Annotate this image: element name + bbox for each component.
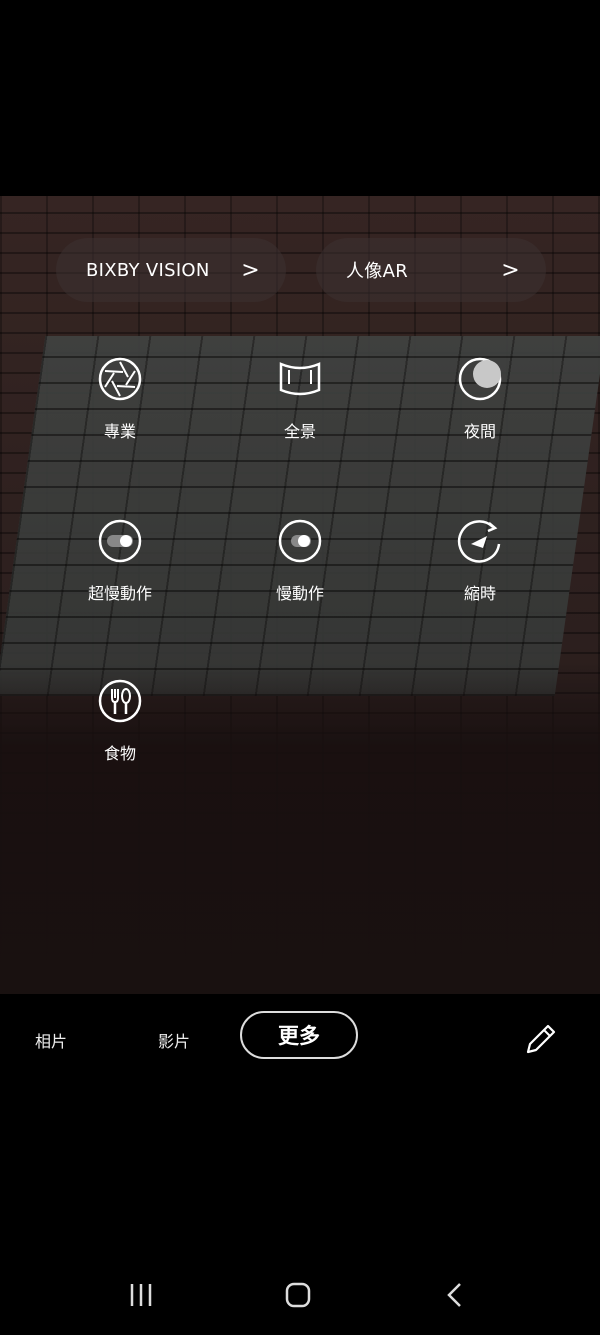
mode-pro[interactable]: 專業 bbox=[60, 356, 180, 442]
mode-label: 縮時 bbox=[463, 584, 496, 603]
portrait-ar-label: 人像AR bbox=[346, 261, 409, 282]
aperture-icon bbox=[97, 356, 143, 406]
bixby-vision-button[interactable]: BIXBY VISION > bbox=[56, 238, 286, 302]
mode-label: 全景 bbox=[283, 422, 316, 441]
back-icon[interactable] bbox=[444, 1282, 466, 1312]
tab-video[interactable]: 影片 bbox=[158, 1028, 190, 1052]
mode-label: 食物 bbox=[103, 744, 136, 763]
chevron-right-icon: > bbox=[241, 257, 260, 283]
hyperlapse-icon bbox=[457, 518, 503, 568]
food-icon bbox=[97, 678, 143, 728]
mode-food[interactable]: 食物 bbox=[60, 678, 180, 764]
viewfinder: BIXBY VISION > 人像AR > 專業 全景 夜間 超慢動作 慢動作 … bbox=[0, 196, 600, 994]
mode-night[interactable]: 夜間 bbox=[420, 356, 540, 442]
mode-label: 夜間 bbox=[463, 422, 496, 441]
pencil-icon[interactable] bbox=[522, 1020, 560, 1062]
super-slow-motion-icon bbox=[97, 518, 143, 568]
mode-label: 專業 bbox=[103, 422, 136, 441]
portrait-ar-button[interactable]: 人像AR > bbox=[316, 238, 546, 302]
chevron-right-icon: > bbox=[501, 257, 520, 283]
tab-more[interactable]: 更多 bbox=[240, 1011, 358, 1059]
mode-super-slow-motion[interactable]: 超慢動作 bbox=[60, 518, 180, 604]
recents-icon[interactable] bbox=[128, 1282, 156, 1312]
moon-icon bbox=[457, 356, 503, 406]
mode-label: 超慢動作 bbox=[87, 584, 152, 603]
mode-slow-motion[interactable]: 慢動作 bbox=[240, 518, 360, 604]
tab-more-label: 更多 bbox=[278, 1024, 320, 1048]
slow-motion-icon bbox=[277, 518, 323, 568]
mode-label: 慢動作 bbox=[275, 584, 324, 603]
tab-photo[interactable]: 相片 bbox=[35, 1028, 67, 1052]
panorama-icon bbox=[277, 356, 323, 406]
mode-tab-bar: 相片 影片 更多 bbox=[0, 1008, 600, 1068]
bixby-vision-label: BIXBY VISION bbox=[86, 259, 210, 281]
mode-panorama[interactable]: 全景 bbox=[240, 356, 360, 442]
mode-hyperlapse[interactable]: 縮時 bbox=[420, 518, 540, 604]
home-icon[interactable] bbox=[284, 1282, 312, 1312]
